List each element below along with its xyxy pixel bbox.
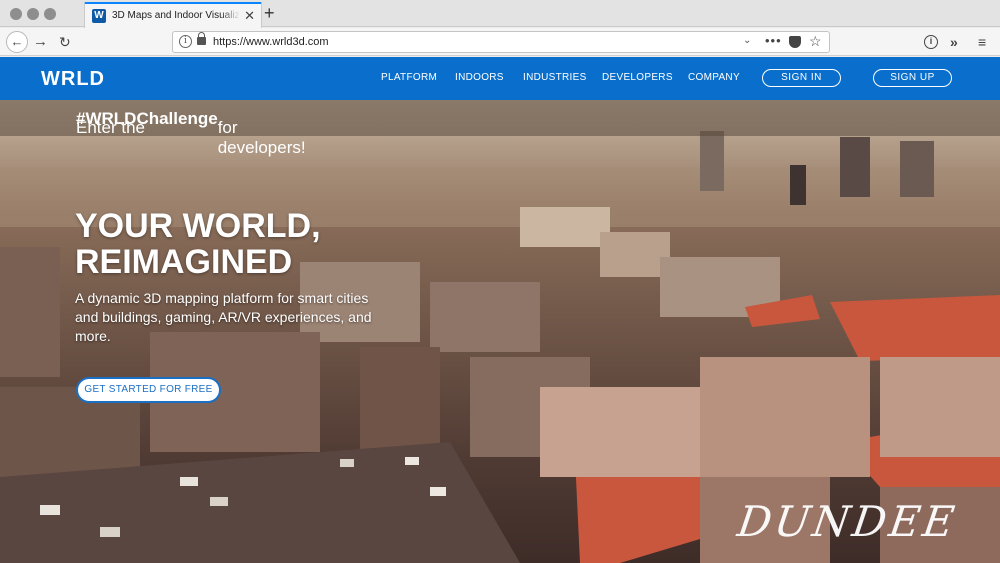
- bookmark-star-icon[interactable]: ☆: [809, 33, 822, 50]
- sign-in-button[interactable]: SIGN IN: [762, 69, 841, 87]
- hero-subtitle: A dynamic 3D mapping platform for smart …: [75, 290, 372, 344]
- sign-up-button[interactable]: SIGN UP: [873, 69, 952, 87]
- tab-title: 3D Maps and Indoor Visualizati: [112, 10, 240, 21]
- lock-icon: [197, 32, 206, 45]
- hamburger-menu-icon[interactable]: ≡: [978, 32, 986, 52]
- nav-indoors[interactable]: INDOORS: [455, 72, 504, 83]
- tab-close-icon[interactable]: ✕: [244, 8, 255, 24]
- nav-platform[interactable]: PLATFORM: [381, 72, 437, 83]
- url-text[interactable]: https://www.wrld3d.com: [213, 36, 329, 48]
- get-started-button[interactable]: GET STARTED FOR FREE: [76, 377, 221, 403]
- page-actions-icon[interactable]: •••: [765, 33, 782, 48]
- back-button[interactable]: ←: [6, 31, 28, 53]
- site-header: WRLD PLATFORM INDOORS INDUSTRIES DEVELOP…: [0, 57, 1000, 100]
- url-bar[interactable]: i https://www.wrld3d.com ⌄ ••• ☆: [172, 31, 830, 53]
- reload-button[interactable]: ↻: [59, 32, 71, 52]
- browser-nav-bar: ← → ↻ i https://www.wrld3d.com ⌄ ••• ☆ i…: [0, 28, 1000, 56]
- web-page: WRLD PLATFORM INDOORS INDUSTRIES DEVELOP…: [0, 57, 1000, 563]
- new-tab-button[interactable]: +: [264, 3, 275, 23]
- site-info-icon[interactable]: i: [179, 35, 192, 48]
- hero-title-line1: YOUR WORLD,: [75, 207, 321, 245]
- challenge-suffix: for developers!: [217, 118, 306, 157]
- nav-industries[interactable]: INDUSTRIES: [523, 72, 587, 83]
- forward-button[interactable]: →: [33, 32, 48, 52]
- browser-tab[interactable]: W 3D Maps and Indoor Visualizati ✕: [84, 2, 262, 28]
- url-dropdown-icon[interactable]: ⌄: [743, 35, 751, 46]
- window-minimize-button[interactable]: [27, 8, 39, 20]
- reader-info-icon[interactable]: i: [924, 35, 938, 49]
- wrld-logo[interactable]: WRLD: [41, 68, 105, 91]
- challenge-prefix: Enter the: [76, 118, 145, 137]
- window-zoom-button[interactable]: [44, 8, 56, 20]
- hero-title-line2: REIMAGINED: [75, 243, 293, 281]
- pocket-icon[interactable]: [789, 36, 801, 48]
- challenge-banner[interactable]: Enter the #WRLDChallenge for developers!: [0, 100, 1000, 157]
- overflow-icon[interactable]: »: [950, 32, 958, 52]
- window-close-button[interactable]: [10, 8, 22, 20]
- wrld-favicon-icon: W: [92, 9, 106, 23]
- city-label: DUNDEE: [734, 497, 961, 546]
- nav-company[interactable]: COMPANY: [688, 72, 740, 83]
- browser-tab-bar: W 3D Maps and Indoor Visualizati ✕ +: [0, 0, 1000, 28]
- nav-developers[interactable]: DEVELOPERS: [602, 72, 673, 83]
